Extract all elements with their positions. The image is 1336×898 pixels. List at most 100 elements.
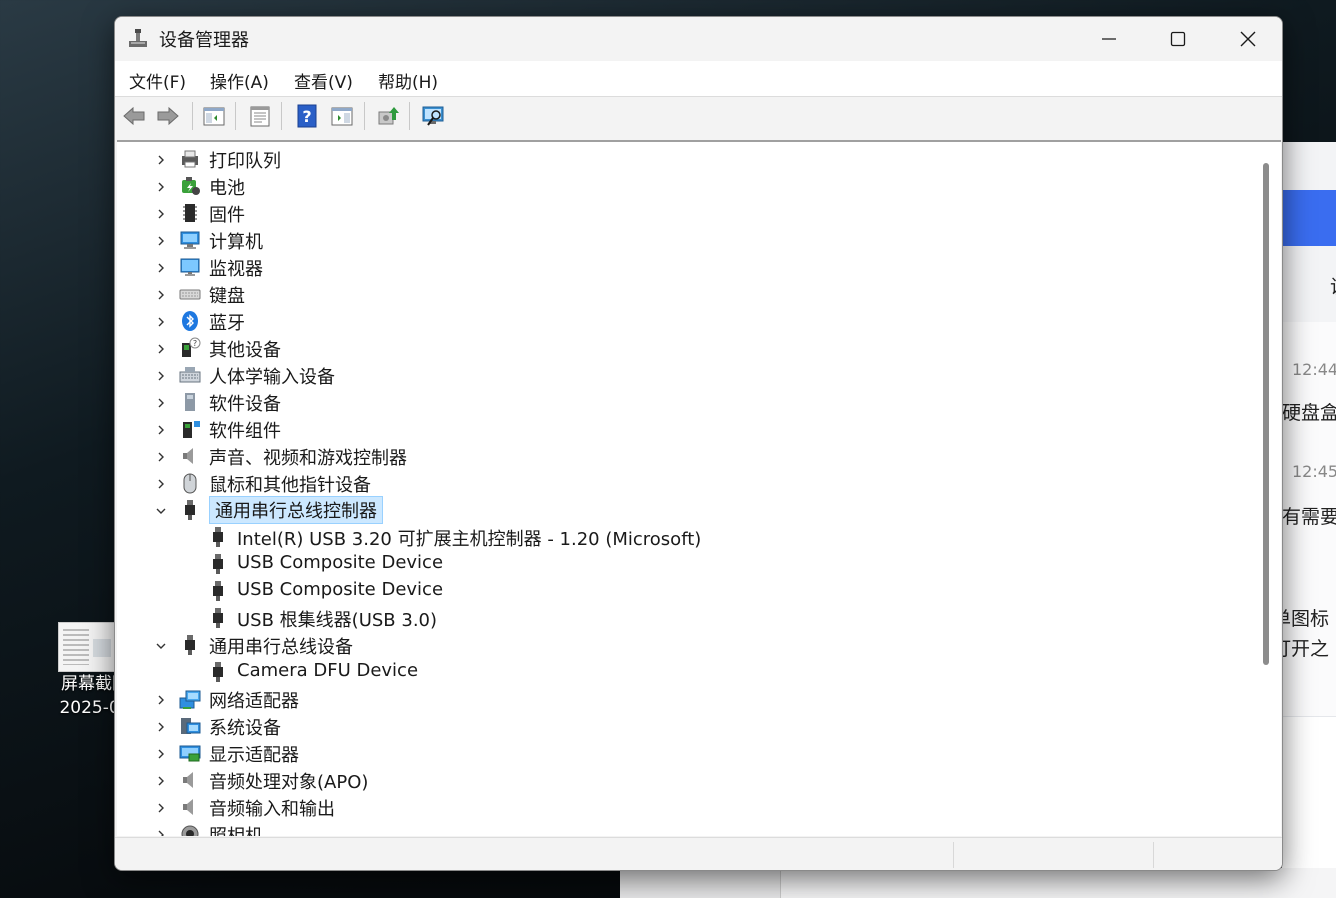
monitor-icon <box>180 258 200 276</box>
tree-category-item[interactable]: 计算机 <box>117 227 1257 254</box>
tree-device-item[interactable]: Camera DFU Device <box>117 659 1257 686</box>
chevron-right-icon[interactable] <box>155 181 167 193</box>
screenshot-thumbnail <box>58 622 116 672</box>
hid-icon <box>179 367 201 383</box>
forward-icon[interactable] <box>155 103 181 129</box>
tree-category-item[interactable]: 软件组件 <box>117 416 1257 443</box>
chevron-right-icon[interactable] <box>155 802 167 814</box>
menu-help[interactable]: 帮助(H) <box>378 68 438 93</box>
vertical-scrollbar[interactable] <box>1263 163 1269 665</box>
other-devices-icon: ? <box>182 337 201 357</box>
tree-category-item[interactable]: 通用串行总线设备 <box>117 632 1257 659</box>
chevron-right-icon[interactable] <box>155 478 167 490</box>
tree-item-label: USB Composite Device <box>237 579 444 600</box>
scan-hardware-icon[interactable] <box>421 103 447 129</box>
tree-category-item[interactable]: 监视器 <box>117 254 1257 281</box>
maximize-icon <box>1170 31 1186 47</box>
chevron-right-icon[interactable] <box>155 775 167 787</box>
device-tree-panel[interactable]: 打印队列 电池固件计算机 监视器 键盘 蓝牙? 其他设备 人体学输入设备软件设备软件组件 声音… <box>117 140 1281 836</box>
tree-category-item[interactable]: 显示适配器 <box>117 740 1257 767</box>
tree-category-item[interactable]: ? 其他设备 <box>117 335 1257 362</box>
network-adapter-icon <box>179 690 201 709</box>
help-icon[interactable]: ? <box>294 103 320 129</box>
background-chat-window: 说 12:44 硬盘盒 12:45 有需要 单图标 打开之 <box>1272 142 1336 898</box>
tree-category-item[interactable]: 键盘 <box>117 281 1257 308</box>
background-window-strip-2 <box>780 868 1336 898</box>
tree-item-label: 网络适配器 <box>209 691 299 712</box>
tree-category-item[interactable]: 音频输入和输出 <box>117 794 1257 821</box>
chevron-right-icon[interactable] <box>155 343 167 355</box>
svg-text:?: ? <box>193 339 197 348</box>
show-action-pane-icon[interactable] <box>329 103 355 129</box>
properties-icon[interactable] <box>247 103 273 129</box>
chat-time-1: 12:44 <box>1292 360 1336 379</box>
tree-item-label: 通用串行总线设备 <box>209 637 353 658</box>
chevron-right-icon[interactable] <box>155 397 167 409</box>
tree-device-item[interactable]: USB Composite Device <box>117 551 1257 578</box>
speaker-icon <box>183 772 193 788</box>
menu-file[interactable]: 文件(F) <box>129 68 186 93</box>
tree-device-item[interactable]: USB Composite Device <box>117 578 1257 605</box>
device-manager-window: 设备管理器 文件(F) 操作(A) 查看(V) 帮助(H) ? 打印队列 电池 … <box>114 16 1283 871</box>
tree-category-item[interactable]: 系统设备 <box>117 713 1257 740</box>
tree-item-label: 显示适配器 <box>209 745 299 766</box>
toolbar-separator <box>409 102 410 130</box>
chevron-right-icon[interactable] <box>155 289 167 301</box>
chevron-right-icon[interactable] <box>155 748 167 760</box>
tree-category-item[interactable]: 电池 <box>117 173 1257 200</box>
tree-category-item[interactable]: 声音、视频和游戏控制器 <box>117 443 1257 470</box>
tree-category-item[interactable]: 打印队列 <box>117 146 1257 173</box>
usb-icon <box>213 608 223 628</box>
minimize-button[interactable] <box>1074 17 1144 61</box>
tree-category-item[interactable]: 蓝牙 <box>117 308 1257 335</box>
title-bar[interactable]: 设备管理器 <box>115 17 1282 61</box>
tree-item-label: 软件组件 <box>209 421 281 442</box>
tree-category-item[interactable]: 鼠标和其他指针设备 <box>117 470 1257 497</box>
menu-action[interactable]: 操作(A) <box>210 68 269 93</box>
tree-item-label: 软件设备 <box>209 394 281 415</box>
tree-category-item[interactable]: 网络适配器 <box>117 686 1257 713</box>
chevron-right-icon[interactable] <box>155 694 167 706</box>
chevron-right-icon[interactable] <box>155 424 167 436</box>
maximize-button[interactable] <box>1143 17 1213 61</box>
status-divider <box>1153 842 1154 868</box>
tree-category-item[interactable]: 固件 <box>117 200 1257 227</box>
chevron-right-icon[interactable] <box>155 370 167 382</box>
chevron-right-icon[interactable] <box>155 316 167 328</box>
chevron-right-icon[interactable] <box>155 721 167 733</box>
toolbar: ? <box>115 96 1282 134</box>
keyboard-icon <box>179 289 201 300</box>
chevron-right-icon[interactable] <box>155 262 167 274</box>
chevron-down-icon[interactable] <box>155 505 167 517</box>
show-hide-console-tree-icon[interactable] <box>201 103 227 129</box>
tree-category-item[interactable]: 软件设备 <box>117 389 1257 416</box>
tree-device-item[interactable]: USB 根集线器(USB 3.0) <box>117 605 1257 632</box>
close-button[interactable] <box>1213 17 1282 61</box>
toolbar-separator <box>281 102 282 130</box>
chevron-right-icon[interactable] <box>155 829 167 836</box>
tree-item-label: USB 根集线器(USB 3.0) <box>237 610 438 631</box>
tree-item-label: 计算机 <box>209 232 263 253</box>
menu-view[interactable]: 查看(V) <box>294 68 353 93</box>
tree-category-item[interactable]: 人体学输入设备 <box>117 362 1257 389</box>
system-device-icon <box>181 718 201 734</box>
chevron-right-icon[interactable] <box>155 208 167 220</box>
chat-partial-text: 说 <box>1330 272 1336 299</box>
tree-item-label: 固件 <box>209 205 245 226</box>
update-driver-icon[interactable] <box>375 103 401 129</box>
tree-category-item[interactable]: 音频处理对象(APO) <box>117 767 1257 794</box>
printer-icon <box>182 150 198 168</box>
software-component-icon <box>183 421 200 438</box>
tree-category-item[interactable]: 照相机 <box>117 821 1257 836</box>
chevron-right-icon[interactable] <box>155 154 167 166</box>
status-divider <box>953 842 954 868</box>
chevron-right-icon[interactable] <box>155 451 167 463</box>
back-icon[interactable] <box>121 103 147 129</box>
camera-icon <box>181 825 199 836</box>
display-adapter-icon <box>179 745 201 762</box>
chevron-down-icon[interactable] <box>155 640 167 652</box>
chevron-right-icon[interactable] <box>155 235 167 247</box>
tree-device-item[interactable]: Intel(R) USB 3.20 可扩展主机控制器 - 1.20 (Micro… <box>117 524 1257 551</box>
tree-category-item[interactable]: 通用串行总线控制器 <box>117 496 1257 524</box>
usb-icon <box>213 662 223 682</box>
